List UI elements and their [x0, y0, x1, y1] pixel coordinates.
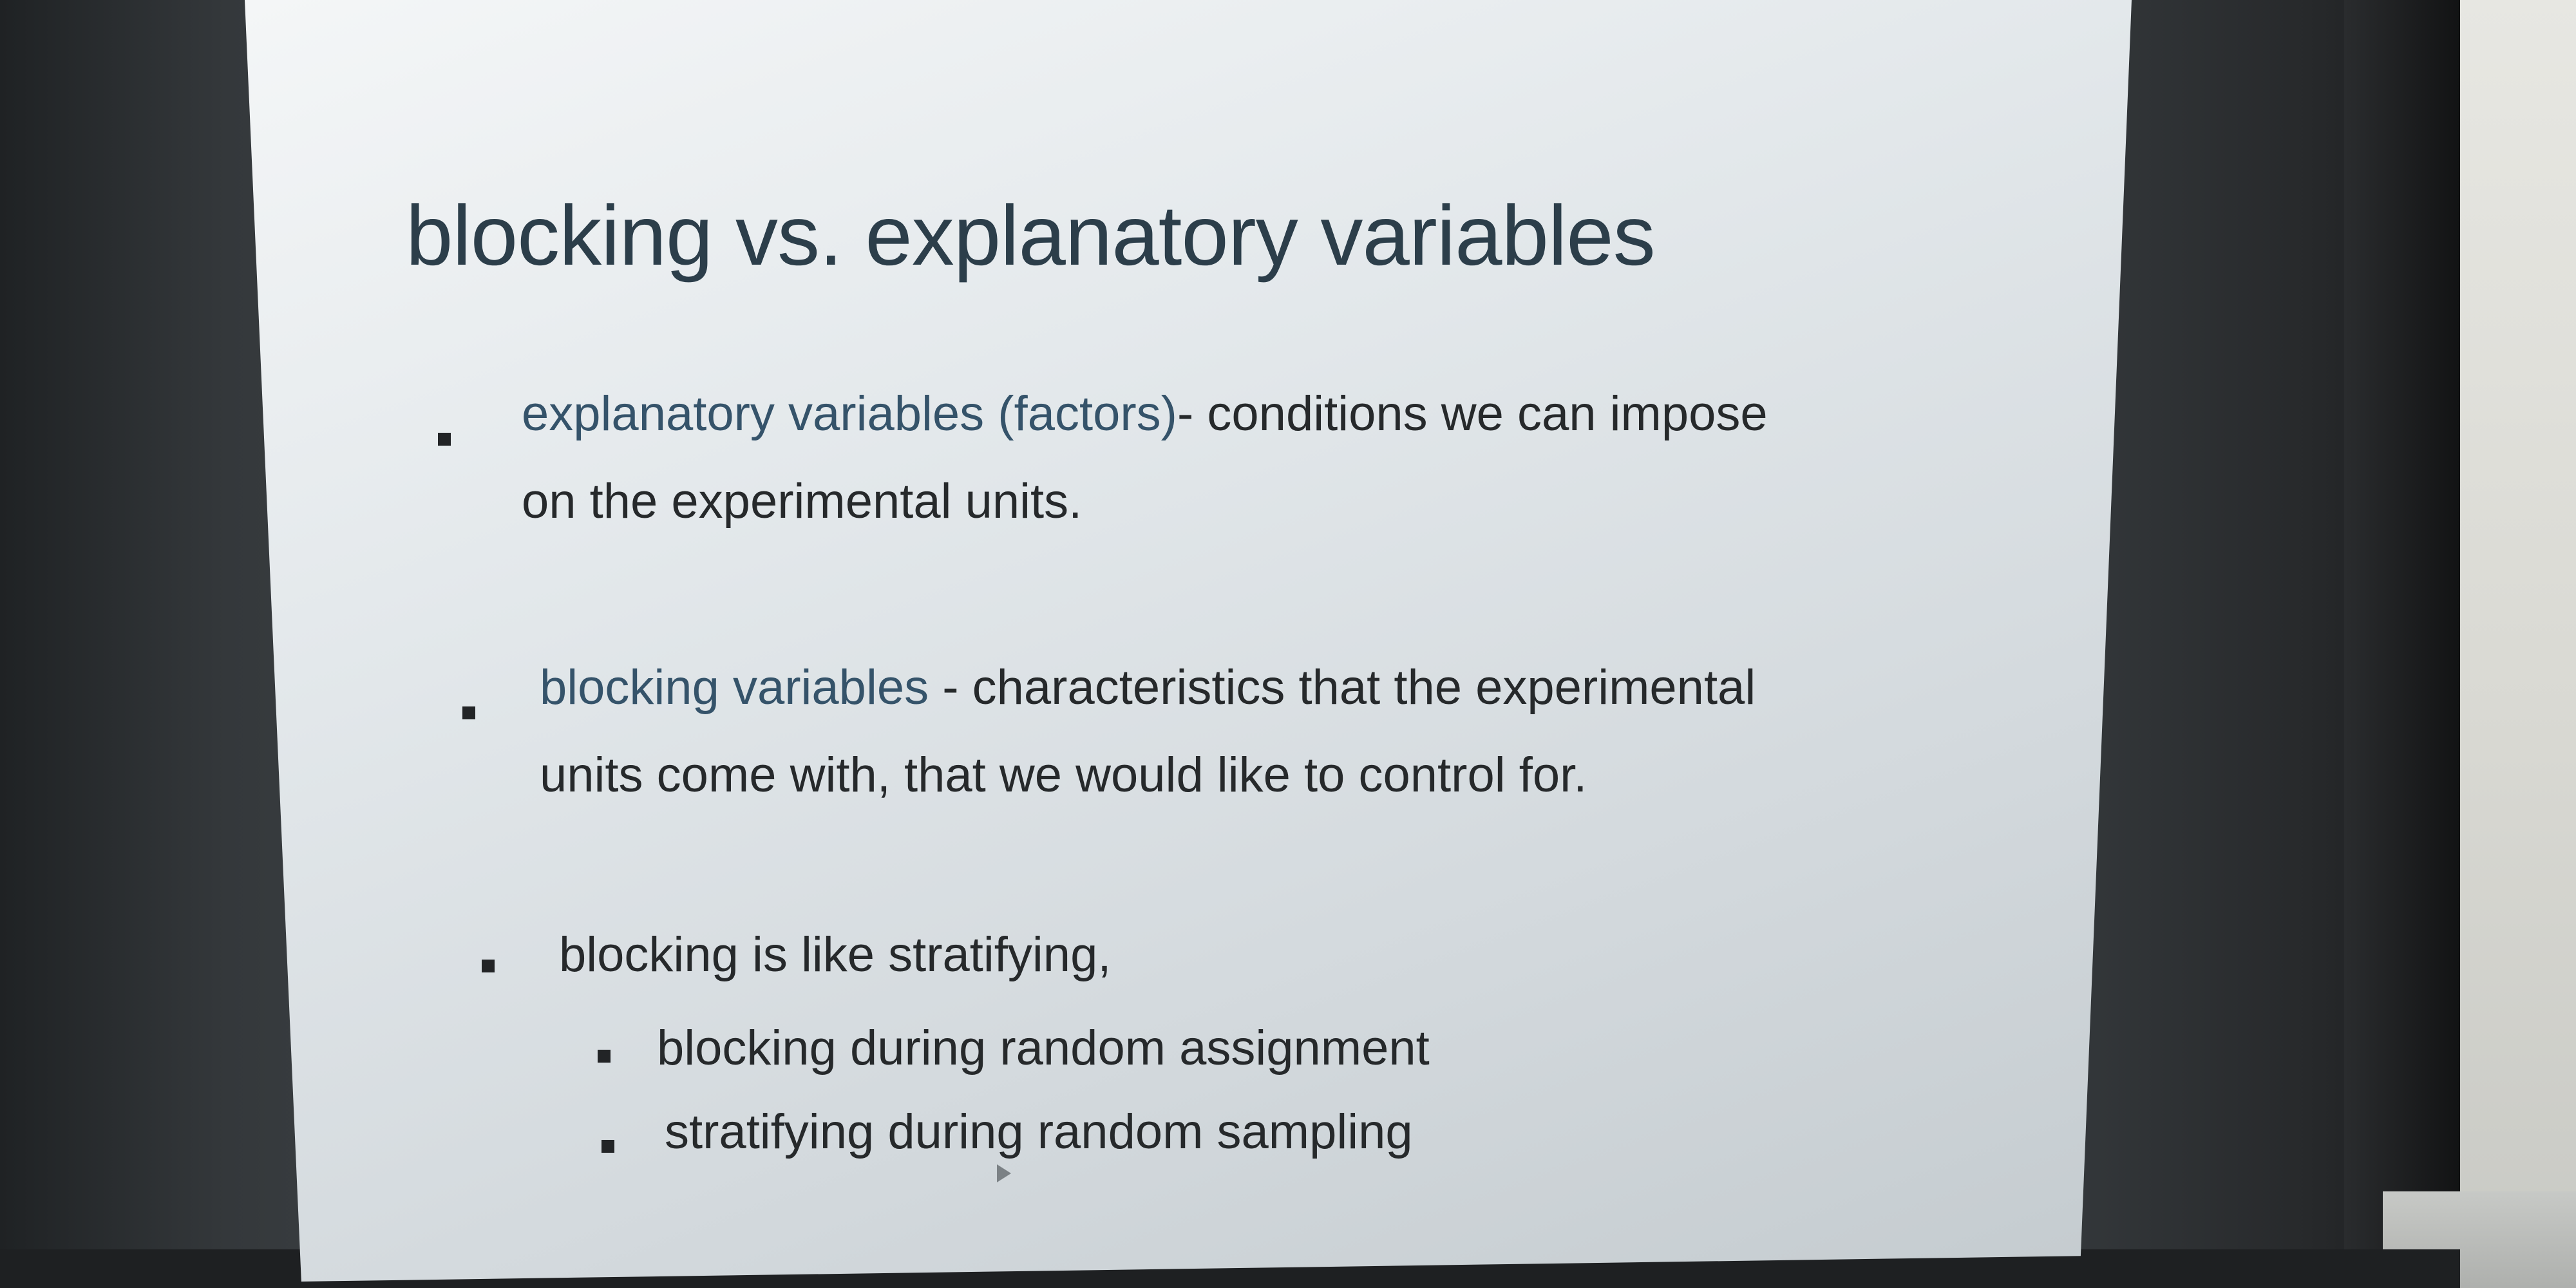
bullet-blocking-stratifying: blocking is like stratifying, — [559, 927, 1112, 982]
background-wall — [2460, 0, 2576, 1288]
bullet-blocking-variables: blocking variables - characteristics tha… — [540, 644, 1756, 819]
square-bullet-icon — [598, 1050, 611, 1063]
bullet-explanatory-variables: explanatory variables (factors)- conditi… — [522, 370, 1768, 545]
bullet-text: - characteristics that the experimental — [929, 660, 1756, 715]
monitor-edge — [2344, 0, 2460, 1288]
slide-title: blocking vs. explanatory variables — [406, 188, 1656, 283]
bullet-text-continued: units come with, that we would like to c… — [540, 748, 1587, 802]
bullet-text-continued: on the experimental units. — [522, 474, 1083, 529]
sub-bullet-random-sampling: stratifying during random sampling — [665, 1104, 1413, 1159]
sub-bullet-random-assignment: blocking during random assignment — [657, 1021, 1430, 1075]
bullet-term: explanatory variables (factors) — [522, 386, 1177, 441]
bullet-term: blocking variables — [540, 660, 929, 715]
square-bullet-icon — [462, 706, 475, 719]
square-bullet-icon — [601, 1140, 614, 1153]
square-bullet-icon — [438, 433, 451, 446]
bullet-text: - conditions we can impose — [1177, 386, 1768, 441]
square-bullet-icon — [482, 960, 495, 972]
mouse-cursor-icon — [997, 1164, 1011, 1182]
